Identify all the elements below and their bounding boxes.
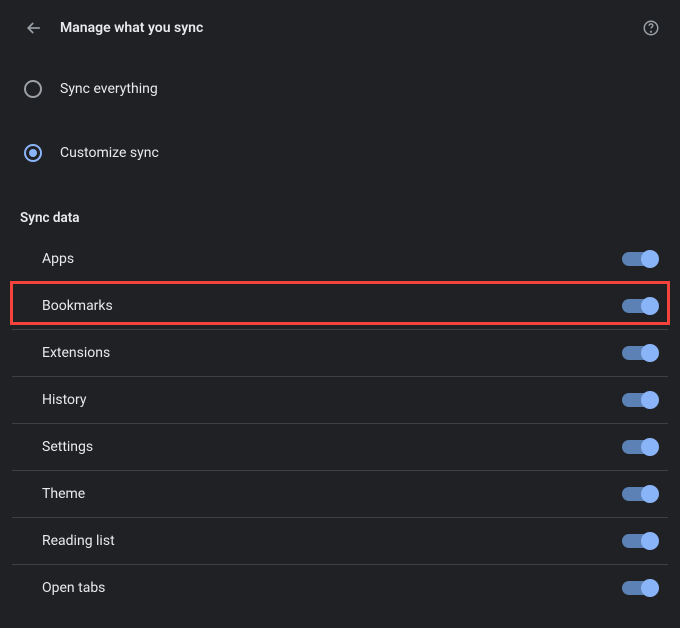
toggle-apps[interactable] xyxy=(622,252,656,266)
toggle-settings[interactable] xyxy=(622,440,656,454)
list-item: Settings xyxy=(12,424,668,471)
radio-sync-everything[interactable]: Sync everything xyxy=(0,66,680,112)
toggle-extensions[interactable] xyxy=(622,346,656,360)
list-item: Extensions xyxy=(12,330,668,377)
list-item: Bookmarks xyxy=(12,283,668,330)
list-item-label: Settings xyxy=(42,439,622,455)
list-item-label: Reading list xyxy=(42,533,622,549)
sync-mode-radio-group: Sync everything Customize sync xyxy=(0,56,680,176)
help-icon[interactable] xyxy=(642,19,660,37)
radio-button[interactable] xyxy=(24,144,42,162)
list-item: Theme xyxy=(12,471,668,518)
list-item-label: Open tabs xyxy=(42,580,622,596)
radio-customize-sync[interactable]: Customize sync xyxy=(0,130,680,176)
toggle-bookmarks[interactable] xyxy=(622,299,656,313)
radio-button[interactable] xyxy=(24,80,42,98)
list-item-label: History xyxy=(42,392,622,408)
list-item-label: Theme xyxy=(42,486,622,502)
radio-label: Sync everything xyxy=(60,81,158,97)
list-item-label: Apps xyxy=(42,251,622,267)
list-item-label: Extensions xyxy=(42,345,622,361)
list-item: Open tabs xyxy=(12,565,668,611)
toggle-theme[interactable] xyxy=(622,487,656,501)
list-item: Reading list xyxy=(12,518,668,565)
back-arrow-icon[interactable] xyxy=(24,18,44,38)
list-item: History xyxy=(12,377,668,424)
list-item-label: Bookmarks xyxy=(42,298,622,314)
radio-label: Customize sync xyxy=(60,145,159,161)
page-title: Manage what you sync xyxy=(60,20,642,36)
sync-data-list: Apps Bookmarks Extensions History Settin… xyxy=(0,234,680,611)
toggle-history[interactable] xyxy=(622,393,656,407)
toggle-open-tabs[interactable] xyxy=(622,581,656,595)
sync-data-section-title: Sync data xyxy=(0,176,680,234)
toggle-reading-list[interactable] xyxy=(622,534,656,548)
list-item: Apps xyxy=(12,236,668,283)
page-header: Manage what you sync xyxy=(0,0,680,56)
